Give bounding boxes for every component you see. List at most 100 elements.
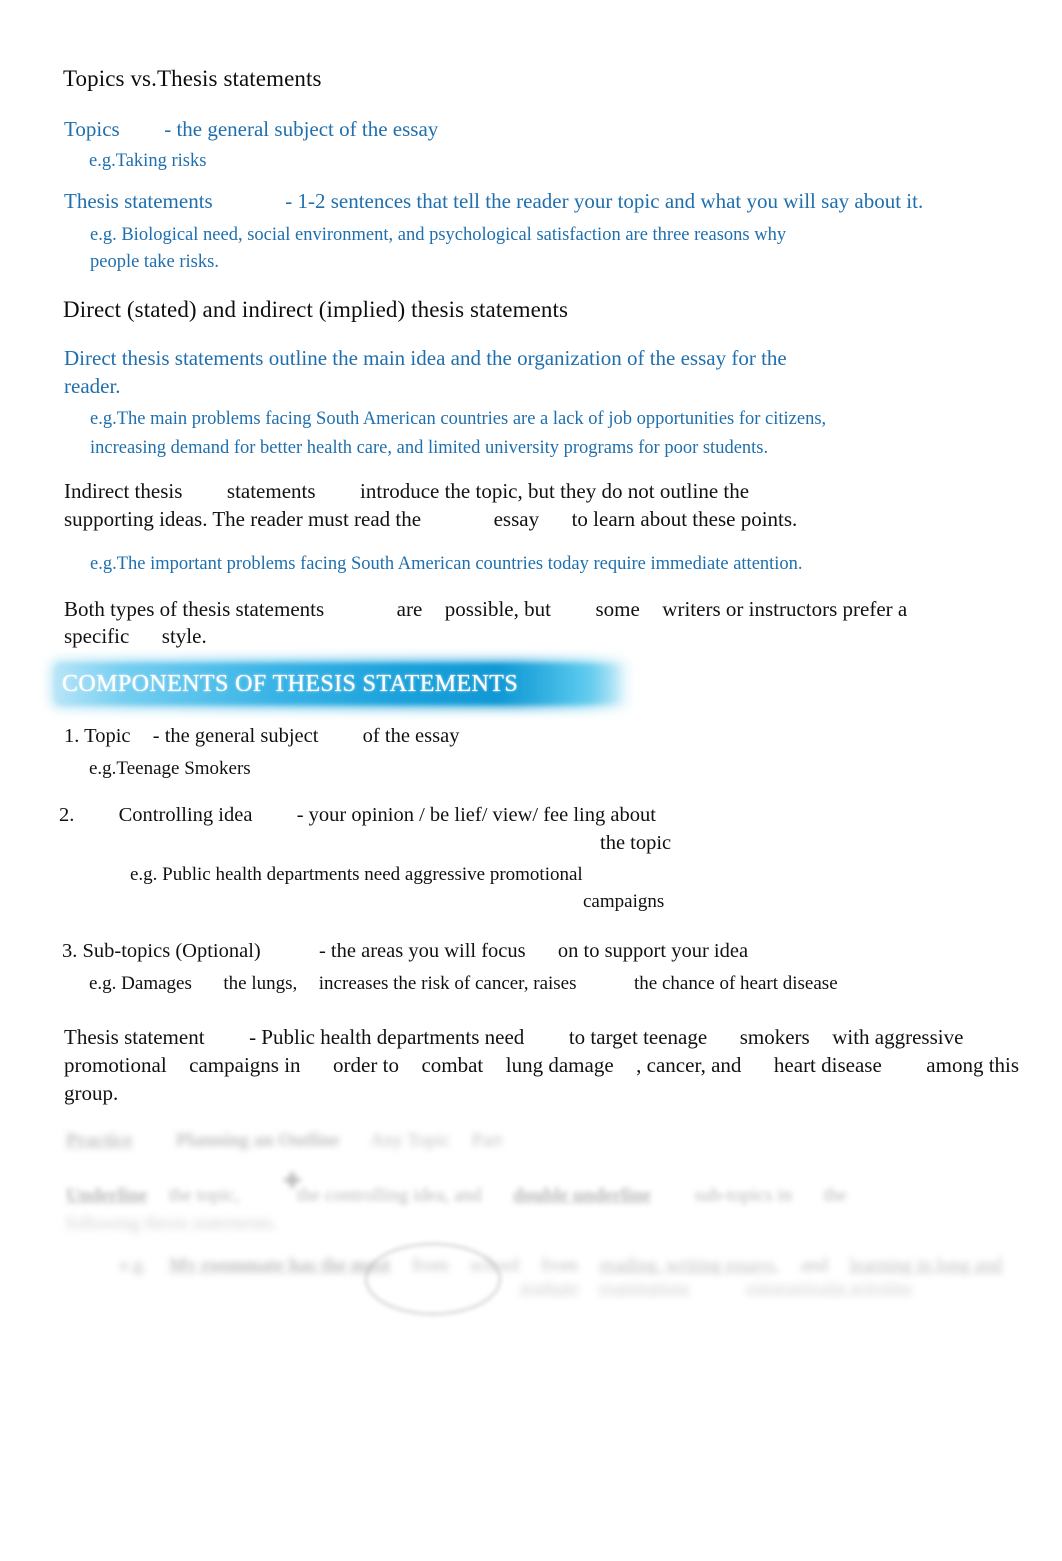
list-item-3-example-3: increases the risk of cancer, raises: [318, 973, 577, 994]
final-thesis-text-5: promotional: [64, 1053, 167, 1077]
indirect-label-2: statements: [226, 479, 316, 503]
thesis-example-line-2: people take risks.: [90, 252, 219, 272]
direct-example-line-2: increasing demand for better health care…: [90, 438, 769, 458]
blurred-text-9: sub-topics in: [694, 1185, 793, 1206]
final-thesis-text-1: - Public health departments need: [249, 1025, 525, 1049]
blurred-text-20: examinations: [599, 1278, 690, 1297]
both-types-line-2: specific style.: [64, 622, 207, 650]
list-item-3-definition-2: on to support your idea: [557, 940, 749, 962]
list-item-3-example-1: e.g. Damages: [89, 973, 192, 994]
blurred-text-10: the: [823, 1185, 847, 1206]
blurred-text-11: e.g.: [120, 1255, 148, 1276]
indirect-example: e.g.The important problems facing South …: [90, 554, 803, 574]
final-thesis-text-6: campaigns in: [189, 1053, 301, 1077]
list-item-1-definition-2: of the essay: [362, 725, 460, 747]
indirect-description-line-1: Indirect thesis statements introduce the…: [64, 477, 749, 505]
thesis-label: Thesis statements: [64, 189, 213, 213]
blurred-text-18: learning in long and: [849, 1255, 1003, 1276]
blurred-text-5: Underline: [66, 1185, 148, 1206]
both-types-text-2: are: [396, 597, 423, 621]
topics-example: e.g.Taking risks: [89, 151, 207, 171]
final-thesis-text-4: with aggressive: [832, 1025, 964, 1049]
direct-description-line-2: reader.: [64, 374, 121, 398]
list-item-2-label: Controlling idea: [118, 804, 253, 826]
list-item-3-number: 3.: [62, 940, 78, 962]
indirect-description-line-2: supporting ideas. The reader must read t…: [64, 505, 797, 533]
list-item-3-label: Sub-topics (Optional): [82, 940, 261, 962]
page-title: Topics vs.Thesis statements: [63, 66, 322, 91]
blurred-text-19: graduate: [520, 1278, 579, 1297]
final-thesis-text-10: , cancer, and: [636, 1053, 742, 1077]
final-thesis-line-1: Thesis statement - Public health departm…: [64, 1023, 963, 1051]
list-item-2-example-line-2: campaigns: [583, 891, 665, 912]
direct-example-line-1: e.g.The main problems facing South Ameri…: [90, 409, 827, 429]
final-thesis-line-3: group.: [64, 1081, 119, 1105]
both-types-text-6: specific: [64, 624, 130, 648]
list-item-2: 2. Controlling idea - your opinion / be …: [59, 801, 656, 829]
indirect-text-2: supporting ideas. The reader must read t…: [64, 507, 422, 531]
direct-description-line-1: Direct thesis statements outline the mai…: [64, 346, 787, 370]
blurred-line-4: e.g. My roommate has the most from schoo…: [120, 1255, 1002, 1277]
list-item-1-number: 1.: [64, 725, 80, 747]
blurred-text-6: the topic,: [168, 1185, 240, 1206]
list-item-2-definition-line-2: the topic: [600, 832, 672, 854]
both-types-text-7: style.: [161, 624, 207, 648]
list-item-1-definition: - the general subject: [152, 725, 319, 747]
indirect-label: Indirect thesis: [64, 479, 183, 503]
blurred-text-3: Any Topic: [370, 1130, 451, 1151]
final-thesis-text-7: order to: [333, 1053, 399, 1077]
thesis-definition-line: Thesis statements - 1-2 sentences that t…: [64, 186, 923, 216]
blurred-insert-marker-icon: ✚: [283, 1168, 302, 1193]
blurred-text-2: Planning an Outline: [175, 1130, 340, 1151]
topics-label: Topics: [64, 117, 120, 141]
final-thesis-text-12: among this: [926, 1053, 1020, 1077]
list-item-3-example-4: the chance of heart disease: [634, 973, 838, 994]
both-types-text-3: possible, but: [444, 597, 551, 621]
list-item-3-example-2: the lungs,: [223, 973, 298, 994]
blurred-line-3: following thesis statements.: [66, 1213, 278, 1234]
blurred-text-4: Part: [471, 1130, 503, 1151]
annotation-oval-icon: [365, 1243, 501, 1315]
topics-definition-line: Topics - the general subject of the essa…: [64, 114, 438, 144]
list-item-2-example-line-1: e.g. Public health departments need aggr…: [130, 864, 583, 885]
list-item-2-definition: - your opinion / be lief/ view/ fee ling…: [296, 804, 656, 826]
thesis-example-line-1: e.g. Biological need, social environment…: [90, 225, 787, 245]
indirect-text: introduce the topic, but they do not out…: [360, 479, 750, 503]
list-item-1-example: e.g.Teenage Smokers: [89, 758, 251, 779]
both-types-line-1: Both types of thesis statements are poss…: [64, 595, 907, 623]
blurred-text-15: from: [541, 1255, 579, 1276]
list-item-3-example: e.g. Damages the lungs, increases the ri…: [89, 970, 838, 997]
blurred-text-1: Practice: [66, 1130, 133, 1151]
blurred-text-16: reading, writing essays,: [599, 1255, 780, 1276]
blurred-text-21: extracurricular activities: [746, 1278, 912, 1297]
list-item-1: 1. Topic - the general subject of the es…: [64, 722, 459, 750]
final-thesis-label: Thesis statement: [64, 1025, 205, 1049]
blurred-text-17: and: [800, 1255, 829, 1276]
list-item-3: 3. Sub-topics (Optional) - the areas you…: [62, 937, 748, 965]
blurred-line-5: graduate examinations extracurricular ac…: [520, 1278, 912, 1298]
list-item-2-number: 2.: [59, 804, 75, 826]
final-thesis-text-3: smokers: [739, 1025, 810, 1049]
blurred-text-8: double underline: [513, 1185, 651, 1206]
indirect-word-essay: essay: [493, 507, 540, 531]
list-item-1-label: Topic: [84, 725, 131, 747]
final-thesis-text-9: lung damage: [505, 1053, 614, 1077]
blurred-text-7: the controlling idea, and: [296, 1185, 482, 1206]
blurred-text-12: My roommate has the most: [168, 1255, 391, 1276]
both-types-text-1: Both types of thesis statements: [64, 597, 325, 621]
thesis-definition: - 1-2 sentences that tell the reader you…: [285, 189, 924, 213]
both-types-text-5: writers or instructors prefer a: [662, 597, 908, 621]
final-thesis-text-8: combat: [421, 1053, 484, 1077]
topics-definition: - the general subject of the essay: [164, 117, 439, 141]
components-banner-title: COMPONENTS OF THESIS STATEMENTS: [62, 671, 519, 697]
final-thesis-text-2: to target teenage: [568, 1025, 708, 1049]
section-heading-direct-indirect: Direct (stated) and indirect (implied) t…: [63, 297, 569, 322]
both-types-text-4: some: [595, 597, 640, 621]
blurred-line-1: Practice Planning an Outline Any Topic P…: [66, 1130, 502, 1152]
blurred-line-2: Underline the topic, the controlling ide…: [66, 1185, 847, 1207]
document-page: Topics vs.Thesis statements Topics - the…: [0, 0, 1062, 1561]
indirect-text-3: to learn about these points.: [571, 507, 798, 531]
final-thesis-text-11: heart disease: [773, 1053, 882, 1077]
list-item-3-definition: - the areas you will focus: [318, 940, 526, 962]
final-thesis-line-2: promotional campaigns in order to combat…: [64, 1051, 1019, 1079]
